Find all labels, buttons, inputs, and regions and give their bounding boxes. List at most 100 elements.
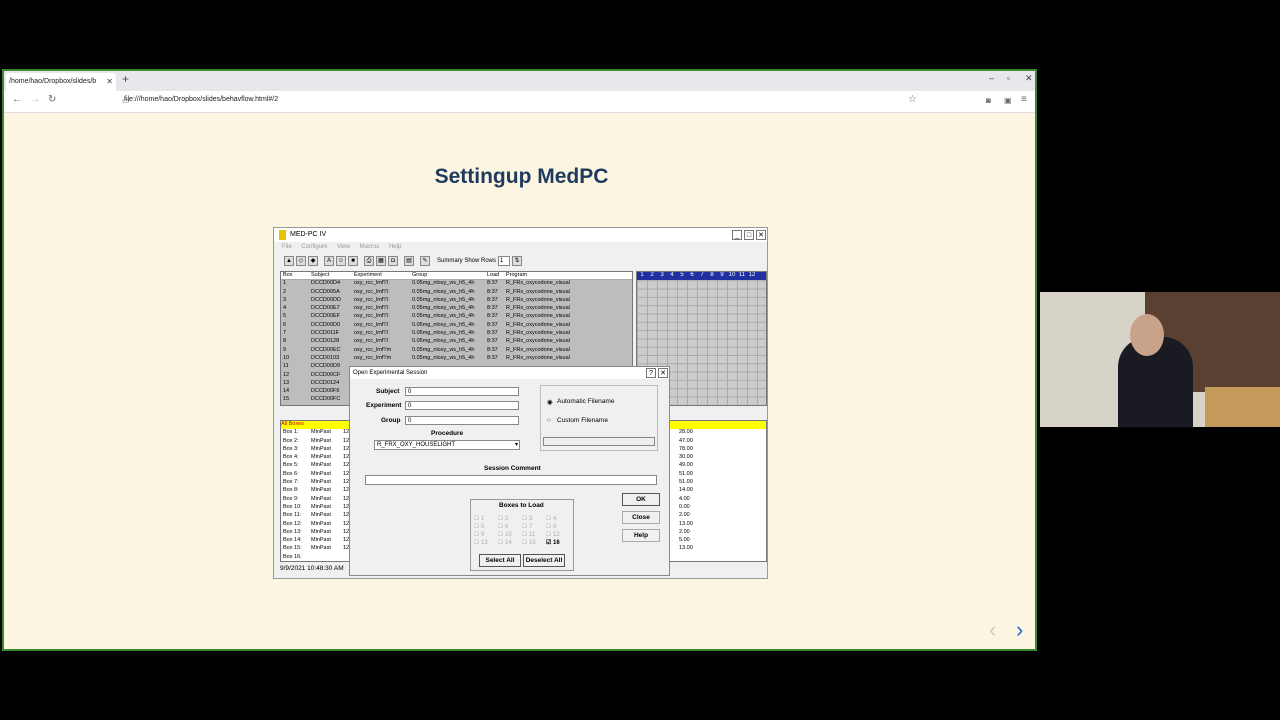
table-cell: R_FRx_oxycodone_visual xyxy=(506,338,570,345)
box-icon[interactable]: ◘ xyxy=(388,256,398,266)
close-icon[interactable]: ✕ xyxy=(756,230,766,240)
prev-slide-arrow[interactable]: ‹ xyxy=(989,617,996,643)
open-session-icon[interactable]: ▲ xyxy=(284,256,294,266)
table-row[interactable]: 10 DCCD0103 oxy_rcc_lmf'l'm 0.05mg_nlosy_vi… xyxy=(281,354,632,364)
box-checkbox[interactable]: ☐ 4 xyxy=(546,515,556,522)
macro-icon[interactable]: ✎ xyxy=(420,256,430,266)
experiment-input[interactable]: 0 xyxy=(405,401,519,410)
procedure-select[interactable]: R_FRX_OXY_HOUSELIGHT ▾ xyxy=(374,440,520,450)
spinner-icon[interactable]: ⇅ xyxy=(512,256,522,266)
diamond-icon[interactable]: ◇ xyxy=(296,256,306,266)
deselect-all-button[interactable]: Deselect All xyxy=(523,554,565,567)
subject-input[interactable]: 0 xyxy=(405,387,519,396)
tool-icon[interactable]: ◆ xyxy=(308,256,318,266)
box-checkbox[interactable]: ☐ 6 xyxy=(498,523,508,530)
checkbox-icon: ☑ xyxy=(546,540,554,546)
box-checkbox[interactable]: ☐ 1 xyxy=(474,515,484,522)
session-comment-input[interactable] xyxy=(365,475,657,485)
table-row[interactable]: 5 DCCD00EF oxy_rcc_lmf'l'l 0.05mg_nlosy_vis… xyxy=(281,313,632,322)
checkbox-label: 13 xyxy=(481,540,488,546)
boxes-to-load-label: Boxes to Load xyxy=(499,502,544,509)
print-icon[interactable]: ⎙ xyxy=(364,256,374,266)
checkbox-label: 2 xyxy=(505,516,509,522)
browser-tab[interactable]: /home/hao/Dropbox/slides/b ✕ xyxy=(6,73,116,91)
summary-label: Summary Show Rows xyxy=(437,258,497,264)
checkbox-icon: ☐ xyxy=(498,532,506,538)
table-cell: R_FRx_oxycodone_visual xyxy=(506,354,570,361)
box-checkbox[interactable]: ☐ 8 xyxy=(546,523,556,530)
table-row[interactable]: 3 DCCD00DD oxy_rcc_lmf'l'l 0.05mg_nlosy_vis… xyxy=(281,296,632,306)
back-icon[interactable]: ← xyxy=(12,94,22,105)
custom-filename-label: Custom Filename xyxy=(557,417,608,424)
checkbox-label: 16 xyxy=(553,540,560,546)
box-checkbox[interactable]: ☐ 12 xyxy=(546,531,560,538)
help-icon[interactable]: ? xyxy=(646,368,656,378)
box-checkbox[interactable]: ☐ 15 xyxy=(522,539,536,546)
checkbox-icon: ☐ xyxy=(498,516,506,522)
menu-macros[interactable]: Macros xyxy=(360,244,380,250)
minimize-icon[interactable]: _ xyxy=(732,230,742,240)
close-icon[interactable]: ✕ xyxy=(658,368,668,378)
minimize-icon[interactable]: – xyxy=(989,73,994,83)
close-window-icon[interactable]: ✕ xyxy=(1025,73,1033,84)
close-button[interactable]: Close xyxy=(622,511,660,524)
group-input[interactable]: 0 xyxy=(405,416,519,425)
box-checkbox[interactable]: ☐ 3 xyxy=(522,515,532,522)
extensions-icon[interactable]: ▣ xyxy=(1004,96,1012,105)
box-checkbox[interactable]: ☐ 5 xyxy=(474,523,484,530)
box-checkbox[interactable]: ☑ 16 xyxy=(546,539,560,546)
reload-icon[interactable]: ↻ xyxy=(48,94,56,105)
grid-icon[interactable]: ▦ xyxy=(376,256,386,266)
box-checkbox[interactable]: ☐ 14 xyxy=(498,539,512,546)
table-cell: DCCD005A xyxy=(311,288,340,295)
menu-help[interactable]: Help xyxy=(389,244,401,250)
stop-icon[interactable]: ■ xyxy=(348,256,358,266)
medpc-menubar: File Configure View Macros Help xyxy=(274,242,767,253)
summary-cell: 47.00 xyxy=(679,437,693,444)
close-tab-icon[interactable]: ✕ xyxy=(106,73,113,91)
maximize-icon[interactable]: □ xyxy=(744,230,754,240)
person-icon[interactable]: ☺ xyxy=(336,256,346,266)
radio-automatic[interactable]: ◉ xyxy=(547,398,553,406)
new-tab-icon[interactable]: + xyxy=(122,72,129,86)
help-button[interactable]: Help xyxy=(622,529,660,542)
custom-filename-input[interactable] xyxy=(543,437,655,446)
box-checkbox[interactable]: ☐ 9 xyxy=(474,531,484,538)
box-checkbox[interactable]: ☐ 2 xyxy=(498,515,508,522)
checkbox-label: 10 xyxy=(505,532,512,538)
pocket-icon[interactable]: ◙ xyxy=(986,96,991,105)
radio-custom[interactable]: ○ xyxy=(547,417,551,424)
maximize-icon[interactable]: ▫ xyxy=(1007,73,1010,83)
table-row[interactable]: 8 DCCD0128 oxy_rcc_lmf'l'l 0.05mg_nlosy_vis… xyxy=(281,338,632,347)
table-cell: DCCD00EC xyxy=(311,346,341,353)
box-checkbox[interactable]: ☐ 10 xyxy=(498,531,512,538)
menu-file[interactable]: File xyxy=(282,244,292,250)
ok-button[interactable]: OK xyxy=(622,493,660,506)
table-cell: 0.05mg_nlosy_vis_h5_4h xyxy=(412,321,475,328)
table-row[interactable]: 9 DCCD00EC oxy_rcc_lmf'l'm 0.05mg_nlosy_vis… xyxy=(281,346,632,355)
table-cell: R_FRx_oxycodone_visual xyxy=(506,288,570,295)
menu-view[interactable]: View xyxy=(337,244,350,250)
box-checkbox[interactable]: ☐ 11 xyxy=(522,531,535,538)
box-checkbox[interactable]: ☐ 7 xyxy=(522,523,532,530)
menu-icon[interactable]: ≡ xyxy=(1021,94,1027,105)
table-row[interactable]: 1 DCCD00D4 oxy_rcc_lmf'l'l 0.05mg_nlosy_vis… xyxy=(281,280,632,289)
summary-cell: Box 9: xyxy=(283,495,299,502)
bookmark-star-icon[interactable]: ☆ xyxy=(908,94,917,105)
text-icon[interactable]: A xyxy=(324,256,334,266)
url-bar[interactable]: file:///home/hao/Dropbox/slides/behavflo… xyxy=(124,96,278,103)
column-header: Experiment xyxy=(354,272,382,278)
box-checkbox[interactable]: ☐ 13 xyxy=(474,539,488,546)
summary-rows-input[interactable]: 1 xyxy=(498,256,510,266)
table-row[interactable]: 6 DCCD00D0 oxy_rcc_lmf'l'l 0.05mg_nlosy_vis… xyxy=(281,321,632,331)
table-row[interactable]: 2 DCCD005A oxy_rcc_lmf'l'l 0.05mg_nlosy_vis… xyxy=(281,288,632,297)
table-row[interactable]: 7 DCCD011F oxy_rcc_lmf'l'l 0.05mg_nlosy_vis… xyxy=(281,330,632,339)
select-all-button[interactable]: Select All xyxy=(479,554,521,567)
table-row[interactable]: 4 DCCD00E7 oxy_rcc_lmf'l'l 0.05mg_nlosy_vis… xyxy=(281,305,632,314)
forward-icon[interactable]: → xyxy=(30,94,40,105)
table-cell: 0.05mg_nlosy_vis_h5_4h xyxy=(412,338,475,345)
menu-configure[interactable]: Configure xyxy=(301,244,327,250)
summary-cell: MinPast xyxy=(311,445,331,452)
next-slide-arrow[interactable]: › xyxy=(1016,617,1023,643)
export-icon[interactable]: ▤ xyxy=(404,256,414,266)
